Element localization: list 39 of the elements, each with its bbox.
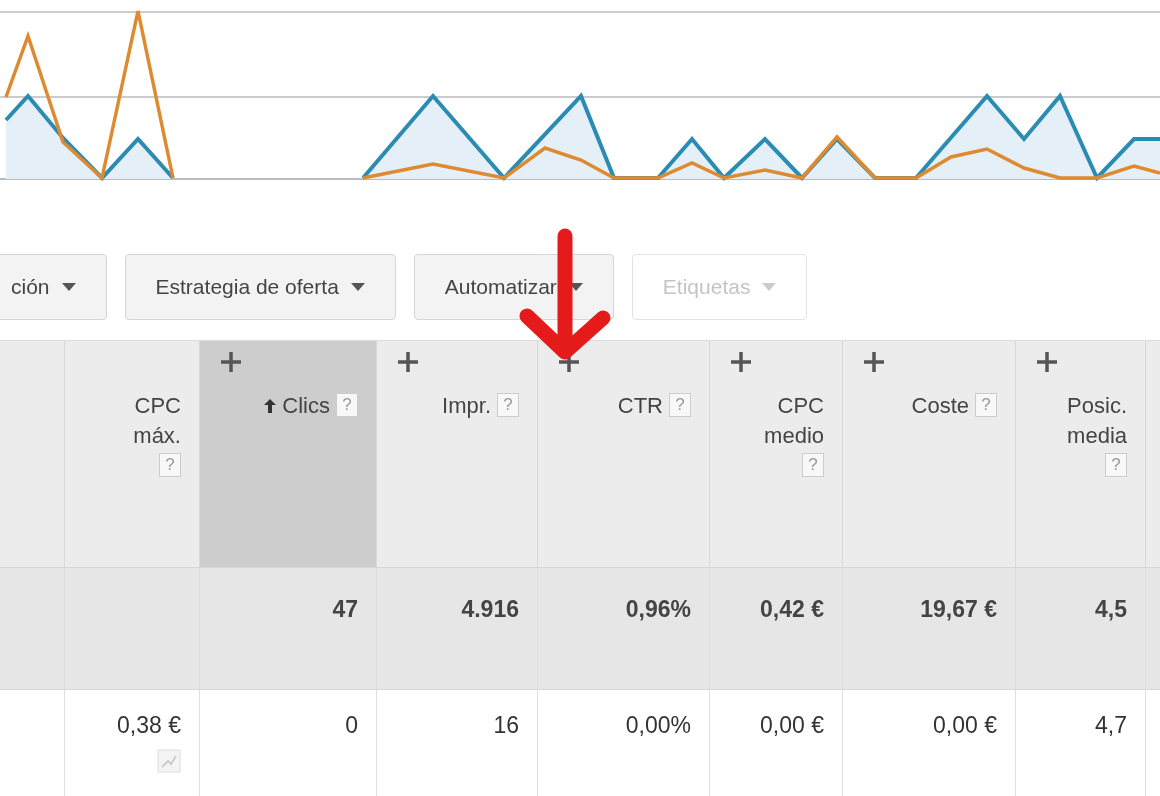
column-header[interactable]: CTR ? <box>538 341 710 567</box>
cell-value: 0,00 € <box>933 712 997 739</box>
plus-icon[interactable] <box>730 351 752 373</box>
column-title: Coste <box>911 392 969 420</box>
column-title: Clics <box>282 392 330 420</box>
cell-value: 0,00 € <box>760 712 824 739</box>
column-title: Posic. media <box>1066 392 1127 450</box>
cell-value: 4.916 <box>461 596 519 623</box>
column-title: CPC medio <box>763 392 824 450</box>
cell-value: 4,5 <box>1095 596 1127 623</box>
cell-value: 47 <box>332 596 358 623</box>
plus-icon[interactable] <box>397 351 419 373</box>
column-header[interactable]: Clics ? <box>200 341 377 567</box>
caret-icon <box>61 283 76 291</box>
plus-icon[interactable] <box>863 351 885 373</box>
column-title: CPC máx. <box>132 392 181 450</box>
column-header[interactable]: Impr. ? <box>377 341 538 567</box>
column-header[interactable]: Posic. media ? <box>1016 341 1146 567</box>
cell-value: 0,00% <box>625 712 691 739</box>
cell-value: 0,42 € <box>760 596 824 623</box>
plus-icon[interactable] <box>1036 351 1058 373</box>
cell-value: 0 <box>345 712 358 739</box>
cell-value: 0,38 € <box>117 712 181 739</box>
dropdown-button[interactable]: ción <box>0 254 107 320</box>
dropdown-button[interactable]: Automatizar <box>413 254 614 320</box>
column-header[interactable]: Coste ? <box>843 341 1016 567</box>
cell-value: 4,7 <box>1095 712 1127 739</box>
column-header[interactable]: CPC medio ? <box>710 341 843 567</box>
cell-value: 19,67 € <box>920 596 997 623</box>
caret-icon <box>350 283 365 291</box>
column-title: CTR <box>617 392 663 420</box>
cell-value: 16 <box>493 712 519 739</box>
sort-arrow-icon <box>264 399 277 413</box>
cell-value: 0,96% <box>625 596 691 623</box>
column-title: Impr. <box>442 392 491 420</box>
column-header[interactable]: CPC máx. ? <box>65 341 200 567</box>
dropdown-button[interactable]: Estrategia de oferta <box>124 254 396 320</box>
caret-icon <box>762 283 777 291</box>
plus-icon[interactable] <box>220 351 242 373</box>
